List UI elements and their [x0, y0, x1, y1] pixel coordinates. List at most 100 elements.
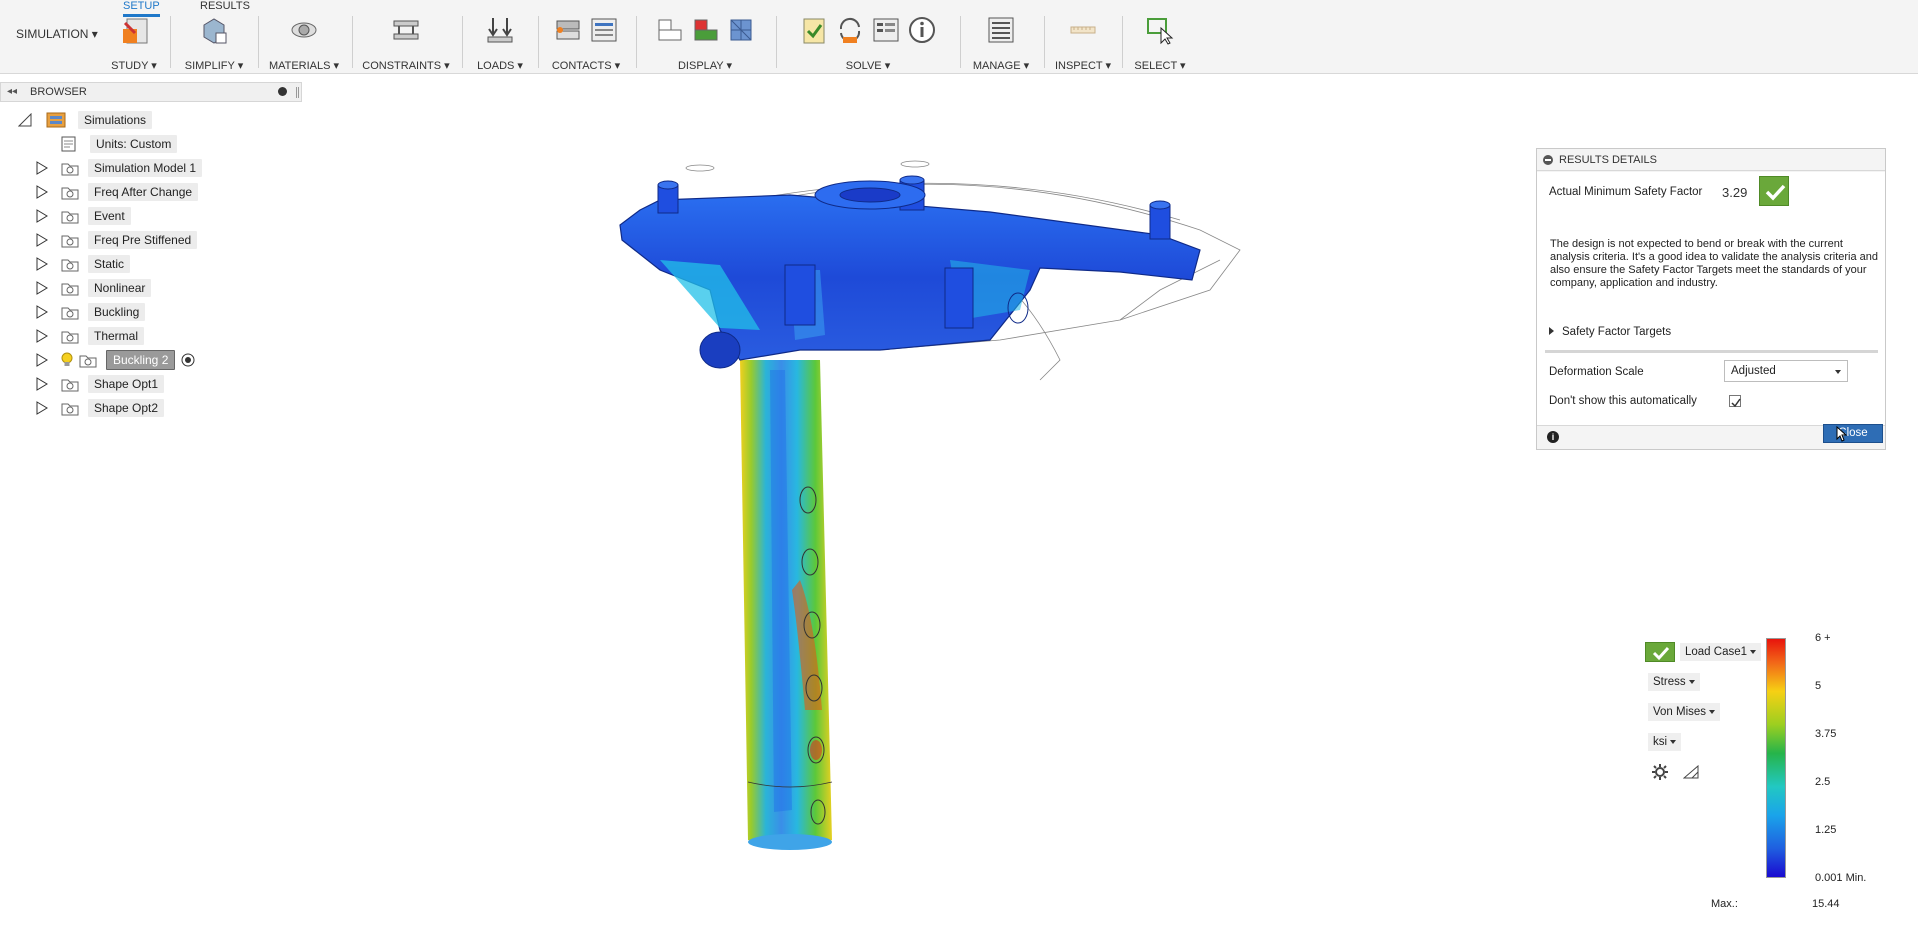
- expand-triangle-icon[interactable]: [36, 305, 48, 319]
- panel-header: RESULTS DETAILS: [1537, 149, 1885, 171]
- color-scale-bar: [1766, 638, 1786, 878]
- panel-body: Actual Minimum Safety Factor 3.29 The de…: [1537, 172, 1885, 426]
- tree-item-units[interactable]: Units: Custom: [58, 133, 178, 155]
- study-folder-icon: [61, 187, 79, 200]
- tree-item[interactable]: Freq After Change: [36, 181, 199, 203]
- expand-triangle-icon[interactable]: [36, 401, 48, 415]
- info-circle-icon: [909, 17, 935, 43]
- minimize-icon[interactable]: [1543, 155, 1553, 165]
- collapse-triangle-icon[interactable]: [18, 113, 32, 127]
- gear-icon[interactable]: [1651, 763, 1669, 781]
- safety-factor-targets-toggle[interactable]: Safety Factor Targets: [1549, 326, 1671, 338]
- active-study-radio-icon[interactable]: [181, 353, 195, 367]
- deformation-scale-select[interactable]: Adjusted: [1724, 360, 1848, 382]
- toolbar-divider: [636, 16, 637, 68]
- display-shaded-icon: [658, 19, 682, 41]
- results-details-panel: RESULTS DETAILS Actual Minimum Safety Fa…: [1536, 148, 1886, 450]
- lightbulb-icon[interactable]: [60, 352, 74, 368]
- tree-item[interactable]: Shape Opt2: [36, 397, 165, 419]
- expand-triangle-icon[interactable]: [36, 329, 48, 343]
- result-type-dropdown[interactable]: Stress: [1648, 673, 1700, 691]
- stress-component-dropdown[interactable]: Von Mises: [1648, 703, 1721, 721]
- collapse-browser-icon[interactable]: ◂◂: [7, 86, 17, 97]
- tree-item-label: Freq After Change: [88, 183, 199, 201]
- expand-triangle-icon[interactable]: [36, 281, 48, 295]
- solve-group[interactable]: SOLVE ▾: [784, 12, 952, 72]
- display-group[interactable]: DISPLAY ▾: [644, 12, 766, 72]
- tree-item-label: Nonlinear: [88, 279, 152, 297]
- tree-item[interactable]: Static: [36, 253, 131, 275]
- tree-item[interactable]: Nonlinear: [36, 277, 152, 299]
- study-folder-icon: [61, 235, 79, 248]
- select-group[interactable]: SELECT ▾: [1130, 12, 1190, 72]
- loads-group[interactable]: LOADS ▾: [470, 12, 530, 72]
- close-button[interactable]: Close: [1823, 424, 1883, 443]
- scale-tick-label: 2.5: [1815, 776, 1831, 788]
- result-description: The design is not expected to bend or br…: [1550, 238, 1878, 289]
- tree-item[interactable]: Shape Opt1: [36, 373, 165, 395]
- study-folder-icon: [61, 259, 79, 272]
- expand-triangle-icon[interactable]: [36, 161, 48, 175]
- tree-item[interactable]: Thermal: [36, 325, 145, 347]
- section-divider: [1545, 350, 1878, 353]
- constraints-group[interactable]: CONSTRAINTS ▾: [360, 12, 452, 72]
- browser-resize-handle[interactable]: [296, 87, 299, 98]
- materials-group[interactable]: MATERIALS ▾: [266, 12, 342, 72]
- tree-item[interactable]: Freq Pre Stiffened: [36, 229, 198, 251]
- simplify-icon: [203, 18, 227, 44]
- toolbar-divider: [1044, 16, 1045, 68]
- tree-item[interactable]: Buckling 2: [36, 349, 195, 371]
- browser-title: BROWSER: [30, 86, 87, 98]
- toolbar-divider: [776, 16, 777, 68]
- tree-item-label: Buckling: [88, 303, 146, 321]
- tree-item-label: Event: [88, 207, 131, 225]
- tree-item[interactable]: Simulation Model 1: [36, 157, 203, 179]
- toolbar-divider: [462, 16, 463, 68]
- tree-item-label: Simulation Model 1: [88, 159, 203, 177]
- expand-triangle-icon[interactable]: [36, 233, 48, 247]
- inspect-group[interactable]: INSPECT ▾: [1052, 12, 1114, 72]
- chevron-down-icon: ▾: [91, 27, 98, 41]
- browser-pin-icon[interactable]: [278, 87, 287, 96]
- mouse-cursor-icon: [1836, 426, 1848, 442]
- tree-item-label: Static: [88, 255, 131, 273]
- legend-options-icon[interactable]: [1683, 765, 1699, 779]
- expand-triangle-icon[interactable]: [36, 377, 48, 391]
- loads-icon: [487, 18, 513, 43]
- display-mesh-icon: [730, 19, 752, 41]
- tree-root[interactable]: Simulations: [18, 109, 153, 131]
- toolbar-divider: [352, 16, 353, 68]
- contacts-group[interactable]: CONTACTS ▾: [546, 12, 626, 72]
- materials-icon: [291, 22, 317, 38]
- expand-triangle-icon[interactable]: [36, 353, 48, 367]
- study-folder-icon: [61, 403, 79, 416]
- solve-icon: [839, 18, 861, 43]
- tree-item[interactable]: Buckling: [36, 301, 146, 323]
- workspace-switcher[interactable]: SIMULATION ▾: [16, 27, 98, 41]
- expand-triangle-icon[interactable]: [36, 257, 48, 271]
- load-case-status-icon: [1645, 642, 1675, 662]
- expand-triangle-icon: [1549, 327, 1554, 335]
- chevron-down-icon: [1750, 649, 1757, 654]
- dont-show-checkbox[interactable]: [1729, 395, 1741, 408]
- model-viewport[interactable]: [560, 150, 1260, 870]
- scale-tick-label: 3.75: [1815, 728, 1837, 740]
- select-arrow-icon: [1147, 18, 1174, 45]
- measure-icon: [1070, 26, 1096, 34]
- chevron-down-icon: [1835, 370, 1841, 374]
- simplify-group[interactable]: SIMPLIFY ▾: [180, 12, 248, 72]
- tree-item[interactable]: Event: [36, 205, 131, 227]
- manage-group[interactable]: MANAGE ▾: [968, 12, 1034, 72]
- study-folder-icon: [61, 307, 79, 320]
- expand-triangle-icon[interactable]: [36, 209, 48, 223]
- new-study-icon: [123, 18, 148, 44]
- load-case-dropdown[interactable]: Load Case1: [1680, 643, 1762, 661]
- units-dropdown[interactable]: ksi: [1648, 733, 1682, 751]
- contacts-icon: [556, 20, 580, 40]
- info-icon[interactable]: i: [1547, 431, 1559, 443]
- simulations-folder-icon: [46, 112, 66, 128]
- study-group[interactable]: STUDY ▾: [106, 12, 162, 72]
- study-folder-icon: [61, 379, 79, 392]
- expand-triangle-icon[interactable]: [36, 185, 48, 199]
- study-folder-icon: [61, 211, 79, 224]
